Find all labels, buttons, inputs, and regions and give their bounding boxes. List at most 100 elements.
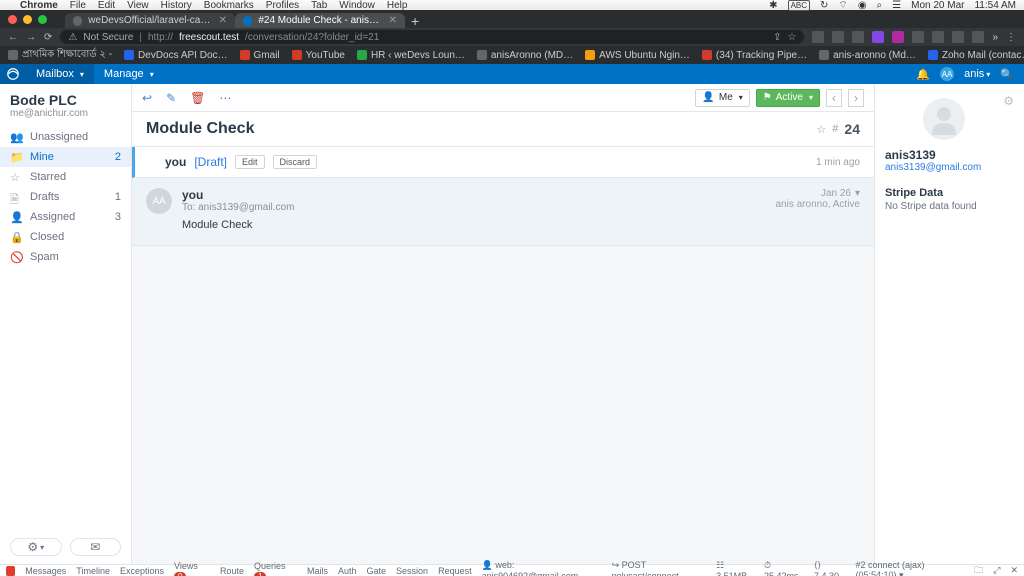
edit-draft-button[interactable]: Edit (235, 155, 265, 169)
minimize-window-button[interactable] (23, 15, 32, 24)
debugbar-ajax[interactable]: #2 connect (ajax) (05:54:10) ▾ (855, 560, 964, 576)
close-window-button[interactable] (8, 15, 17, 24)
extension-icon[interactable] (892, 31, 904, 43)
extension-icon[interactable] (872, 31, 884, 43)
mailbox-dropdown[interactable]: Mailbox (26, 64, 94, 84)
menubar-time[interactable]: 11:54 AM (974, 0, 1016, 11)
share-icon[interactable]: ⇪ (773, 32, 781, 43)
bookmark-item[interactable]: (34) Tracking Pipe… (702, 50, 807, 61)
menubar-window[interactable]: Window (339, 0, 375, 11)
battery-icon[interactable]: ◉ (858, 0, 867, 11)
debugbar-tab[interactable]: Gate (367, 566, 387, 576)
sidebar-item-drafts[interactable]: 🗎 Drafts 1 (0, 187, 131, 207)
chrome-menu-icon[interactable]: ⋮ (1006, 32, 1016, 43)
search-icon[interactable]: ⌕ (877, 0, 883, 11)
extension-icon[interactable] (812, 31, 824, 43)
close-tab-icon[interactable]: ✕ (219, 15, 227, 26)
extension-icon[interactable] (932, 31, 944, 43)
omnibox[interactable]: ⚠ Not Secure | http://freescout.test/con… (60, 30, 804, 44)
close-tab-icon[interactable]: ✕ (389, 15, 397, 26)
control-center-icon[interactable]: ☰ (892, 0, 901, 11)
avatar[interactable]: AA (940, 67, 954, 81)
bookmark-item[interactable]: Zoho Mail (contac… (928, 50, 1024, 61)
assignee-dropdown[interactable]: 👤Me (695, 89, 749, 107)
gear-icon[interactable]: ⚙ (1003, 94, 1014, 108)
laravel-icon[interactable] (6, 566, 15, 576)
bookmark-item[interactable]: anis-aronno (Md… (819, 50, 916, 61)
menubar-profiles[interactable]: Profiles (266, 0, 299, 11)
debugbar-tab[interactable]: Route (220, 566, 244, 576)
sync-icon[interactable]: ↻ (820, 0, 828, 11)
debugbar-tab[interactable]: Mails (307, 566, 328, 576)
bookmark-item[interactable]: YouTube (292, 50, 345, 61)
message-row[interactable]: AA you To: anis3139@gmail.com Module Che… (132, 178, 874, 246)
star-icon[interactable]: ☆ (816, 123, 826, 136)
sidebar-settings-button[interactable]: ⚙ (10, 538, 62, 556)
menubar-help[interactable]: Help (387, 0, 408, 11)
maximize-window-button[interactable] (38, 15, 47, 24)
menubar-view[interactable]: View (127, 0, 149, 11)
bookmark-item[interactable]: Gmail (240, 50, 280, 61)
sidebar-item-mine[interactable]: 📁 Mine 2 (0, 147, 131, 167)
customer-email[interactable]: anis3139@gmail.com (885, 162, 1014, 173)
extension-icon[interactable] (832, 31, 844, 43)
extension-icon[interactable] (972, 31, 984, 43)
note-icon[interactable]: ✎ (166, 91, 176, 105)
debugbar-tab[interactable]: Timeline (76, 566, 110, 576)
menubar-file[interactable]: File (70, 0, 86, 11)
extension-icon[interactable] (852, 31, 864, 43)
close-icon[interactable]: ✕ (1010, 565, 1018, 576)
user-menu[interactable]: anis (964, 68, 990, 80)
debugbar-tab[interactable]: Queries 1 (254, 561, 297, 576)
menubar-app[interactable]: Chrome (20, 0, 58, 11)
bookmark-item[interactable]: প্রাথমিক শিক্ষাবোর্ড ২ - (8, 47, 112, 64)
chevron-down-icon[interactable]: ▾ (855, 188, 860, 199)
manage-dropdown[interactable]: Manage (94, 64, 164, 84)
reload-button[interactable]: ⟳ (44, 32, 52, 43)
bluetooth-icon[interactable]: ✱ (769, 0, 777, 11)
debugbar-tab[interactable]: Messages (25, 566, 66, 576)
sidebar-item-closed[interactable]: 🔒 Closed (0, 227, 131, 247)
debugbar-tab[interactable]: Request (438, 566, 472, 576)
more-icon[interactable]: ⋯ (219, 91, 231, 105)
browser-tab-2[interactable]: #24 Module Check - anis3139 ✕ (235, 13, 405, 28)
menubar-date[interactable]: Mon 20 Mar (911, 0, 964, 11)
back-button[interactable]: ← (8, 32, 18, 43)
debugbar-tab[interactable]: Session (396, 566, 428, 576)
reply-icon[interactable]: ↩ (142, 91, 152, 105)
next-conversation-button[interactable]: › (848, 89, 864, 107)
extension-icon[interactable] (952, 31, 964, 43)
prev-conversation-button[interactable]: ‹ (826, 89, 842, 107)
bookmark-item[interactable]: AWS Ubuntu Ngin… (585, 50, 690, 61)
debugbar-tab[interactable]: Views 0 (174, 561, 210, 576)
draft-row[interactable]: you [Draft] Edit Discard 1 min ago (132, 147, 874, 178)
menubar-history[interactable]: History (161, 0, 192, 11)
trash-icon[interactable]: 🗑 (190, 91, 205, 105)
browser-tab-1[interactable]: weDevsOfficial/laravel-cashier ✕ (65, 13, 235, 28)
bookmark-item[interactable]: DevDocs API Doc… (124, 50, 227, 61)
bookmark-item[interactable]: anisAronno (MD… (477, 50, 573, 61)
extension-icon[interactable] (912, 31, 924, 43)
expand-icon[interactable]: ⤢ (993, 565, 1000, 576)
forward-button[interactable]: → (26, 32, 36, 43)
search-icon[interactable]: 🔍 (1000, 68, 1014, 81)
discard-draft-button[interactable]: Discard (273, 155, 318, 169)
menubar-tab[interactable]: Tab (311, 0, 327, 11)
status-dropdown[interactable]: ⚑Active (756, 89, 820, 107)
sidebar-item-unassigned[interactable]: 👥 Unassigned (0, 127, 131, 147)
app-logo[interactable] (0, 64, 26, 84)
folder-icon[interactable]: 🗀 (974, 563, 983, 576)
menubar-bookmarks[interactable]: Bookmarks (204, 0, 254, 11)
notifications-icon[interactable]: 🔔 (916, 68, 930, 81)
sidebar-item-assigned[interactable]: 👤 Assigned 3 (0, 207, 131, 227)
input-source[interactable]: ABC (788, 0, 810, 11)
sidebar-item-starred[interactable]: ☆ Starred (0, 167, 131, 187)
sidebar-compose-button[interactable]: ✉ (70, 538, 122, 556)
menubar-edit[interactable]: Edit (98, 0, 115, 11)
debugbar-tab[interactable]: Auth (338, 566, 357, 576)
star-icon[interactable]: ☆ (787, 32, 796, 43)
bookmark-item[interactable]: HR ‹ weDevs Loun… (357, 50, 465, 61)
new-tab-button[interactable]: + (411, 14, 419, 28)
debugbar-tab[interactable]: Exceptions (120, 566, 164, 576)
sidebar-item-spam[interactable]: 🚫 Spam (0, 247, 131, 267)
